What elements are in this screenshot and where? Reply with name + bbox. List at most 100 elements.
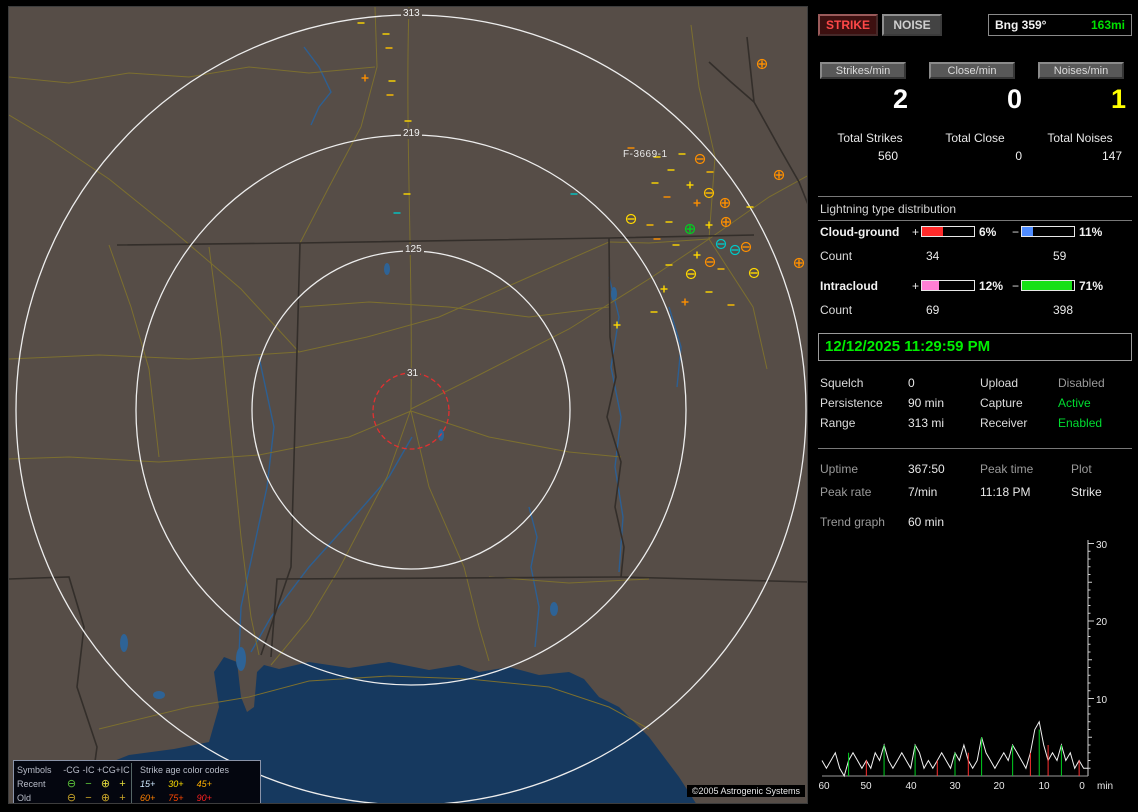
- ic-negative-pct: 71%: [1079, 279, 1104, 293]
- range-ring-label-31: 31: [405, 368, 421, 379]
- bearing-distance: 163mi: [1090, 18, 1125, 32]
- persistence-value: 90 min: [908, 396, 945, 410]
- close-per-min-value: 0: [1006, 84, 1022, 114]
- cg-negative-pct: 11%: [1079, 225, 1103, 239]
- map-canvas[interactable]: [9, 7, 808, 804]
- range-ring-label-125: 125: [403, 244, 424, 255]
- ic-positive-bar: [921, 280, 975, 291]
- x-tick-40: 40: [905, 781, 917, 792]
- total-noises-value: 147: [1101, 149, 1122, 163]
- x-tick-0: 0: [1079, 781, 1085, 792]
- age-60: 60+: [140, 793, 156, 803]
- legend-col-pos-cg: +CG: [97, 765, 116, 775]
- application-window: { "window": { "copyright": "©2005 Astrog…: [0, 0, 1138, 812]
- x-tick-50: 50: [860, 781, 872, 792]
- status-row-2: Peak rate 7/min 11:18 PM Strike: [818, 485, 1132, 501]
- persistence-label: Persistence: [820, 396, 883, 410]
- intracloud-label: Intracloud: [820, 279, 879, 293]
- status-panel: STRIKE NOISE Bng 359° 163mi Strikes/min …: [818, 0, 1132, 812]
- cloud-ground-counts: Count 34 59: [818, 249, 1132, 264]
- age-30: 30+: [168, 779, 184, 789]
- lightning-map[interactable]: 313 219 125 31 F-3669-1 Symbols -CG -IC …: [8, 6, 808, 804]
- total-noises-label: Total Noises: [1047, 131, 1113, 145]
- cg-positive-count: 34: [926, 249, 940, 263]
- legend-old-label: Old: [17, 793, 32, 803]
- distribution-title: Lightning type distribution: [818, 202, 1132, 221]
- legend-old-ages: 60+ 75+ 90+: [131, 791, 257, 803]
- legend-col-neg-cg: -CG: [63, 765, 80, 775]
- y-axis-ticks: [1088, 543, 1094, 769]
- uptime-value: 367:50: [908, 462, 945, 476]
- squelch-value: 0: [908, 376, 915, 390]
- noises-per-min-header[interactable]: Noises/min: [1038, 62, 1124, 79]
- age-90: 90+: [196, 793, 212, 803]
- legend-recent-label: Recent: [17, 779, 46, 789]
- datetime-display: 12/12/2025 11:29:59 PM: [818, 333, 1132, 361]
- x-tick-10: 10: [1038, 781, 1050, 792]
- legend-symbols-title: Symbols: [17, 765, 52, 775]
- map-legend: Symbols -CG -IC +CG +IC Strike age color…: [13, 760, 261, 804]
- x-axis-unit: min: [1097, 781, 1113, 792]
- receiver-status: Enabled: [1058, 416, 1103, 430]
- minus-sign: −: [1012, 225, 1020, 239]
- x-tick-30: 30: [949, 781, 961, 792]
- range-label: Range: [820, 416, 856, 430]
- divider: [818, 196, 1132, 197]
- y-tick-20: 20: [1096, 617, 1108, 628]
- settings-row-3: Range 313 mi Receiver Enabled: [818, 416, 1132, 432]
- range-ring-label-219: 219: [401, 128, 422, 139]
- cg-negative-bar: [1021, 226, 1075, 237]
- status-row-1: Uptime 367:50 Peak time Plot: [818, 462, 1132, 478]
- minus-sign: −: [1012, 279, 1020, 293]
- trend-header: Trend graph 60 min: [818, 515, 1132, 531]
- symbol-plus-icon: +: [119, 777, 126, 790]
- capture-label: Capture: [980, 396, 1023, 410]
- symbol-circled-plus-icon: ⊕: [100, 791, 111, 804]
- total-strikes-value: 560: [877, 149, 898, 163]
- strike-mode-button[interactable]: STRIKE: [818, 14, 878, 36]
- range-ring-label-313: 313: [401, 8, 422, 19]
- settings-row-2: Persistence 90 min Capture Active: [818, 396, 1132, 412]
- plot-mode-value: Strike: [1071, 485, 1102, 499]
- y-tick-30: 30: [1096, 540, 1108, 551]
- noise-mode-button[interactable]: NOISE: [882, 14, 942, 36]
- symbol-minus-icon: −: [85, 791, 92, 804]
- ic-positive-count: 69: [926, 303, 940, 317]
- squelch-label: Squelch: [820, 376, 864, 390]
- uptime-label: Uptime: [820, 462, 859, 476]
- legend-col-neg-ic: -IC: [82, 765, 95, 775]
- cg-positive-bar: [921, 226, 975, 237]
- total-labels: Total Strikes Total Close Total Noises: [818, 131, 1132, 147]
- plot-label: Plot: [1071, 462, 1092, 476]
- count-label: Count: [820, 303, 853, 317]
- trend-graph-label: Trend graph: [820, 515, 885, 529]
- total-strikes-label: Total Strikes: [837, 131, 903, 145]
- rate-headers: Strikes/min Close/min Noises/min: [818, 62, 1132, 80]
- total-close-value: 0: [1015, 149, 1022, 163]
- peak-time-value: 11:18 PM: [980, 485, 1031, 499]
- cloud-ground-label: Cloud-ground: [820, 225, 900, 239]
- legend-age-title: Strike age color codes: [131, 763, 257, 777]
- symbol-plus-icon: +: [119, 791, 126, 804]
- range-value: 313 mi: [908, 416, 945, 430]
- x-tick-60: 60: [818, 781, 830, 792]
- receiver-label: Receiver: [980, 416, 1028, 430]
- x-tick-20: 20: [993, 781, 1005, 792]
- symbol-minus-icon: −: [85, 777, 92, 790]
- trend-window-value: 60 min: [908, 515, 945, 529]
- strikes-per-min-value: 2: [892, 84, 908, 114]
- strikes-per-min-header[interactable]: Strikes/min: [820, 62, 906, 79]
- cloud-ground-row: Cloud-ground + 6% − 11%: [818, 225, 1132, 240]
- legend-recent-ages: 15+ 30+ 45+: [131, 777, 257, 791]
- intracloud-counts: Count 69 398: [818, 303, 1132, 318]
- close-per-min-header[interactable]: Close/min: [929, 62, 1015, 79]
- mode-toolbar: STRIKE NOISE Bng 359° 163mi: [818, 14, 1132, 36]
- ic-negative-count: 398: [1053, 303, 1074, 317]
- trend-graph: 30 20 10 60 50 40 30 20 10 0 min: [818, 540, 1113, 792]
- upload-status: Disabled: [1058, 376, 1105, 390]
- settings-row-1: Squelch 0 Upload Disabled: [818, 376, 1132, 392]
- peak-rate-value: 7/min: [908, 485, 938, 499]
- plus-sign: +: [912, 225, 920, 239]
- ic-positive-pct: 12%: [979, 279, 1004, 293]
- copyright-notice: ©2005 Astrogenic Systems: [686, 785, 805, 797]
